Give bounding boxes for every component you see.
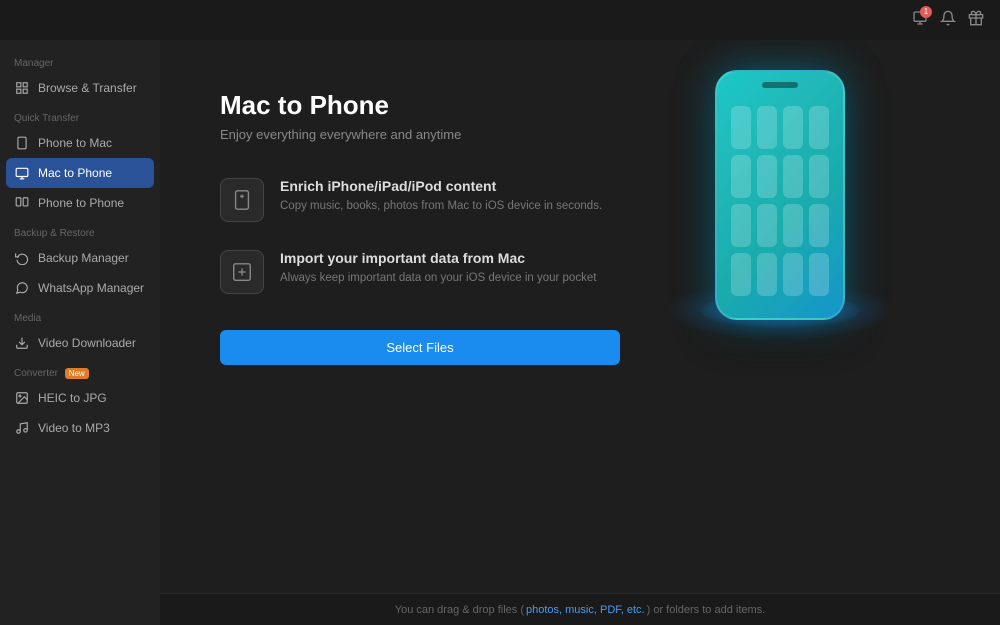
app-icon-1: [731, 106, 751, 149]
select-files-button[interactable]: Select Files: [220, 330, 620, 365]
sidebar-item-video-to-mp3[interactable]: Video to MP3: [0, 413, 160, 443]
two-phones-icon: [14, 195, 30, 211]
app-icon-10: [757, 204, 777, 247]
sidebar-item-phone-to-phone[interactable]: Phone to Phone: [0, 188, 160, 218]
phone-mac-icon: [14, 135, 30, 151]
feature-1-desc: Copy music, books, photos from Mac to iO…: [280, 198, 602, 215]
app-icon-2: [757, 106, 777, 149]
notification-icon[interactable]: 1: [912, 10, 928, 31]
sidebar-item-label: Video Downloader: [38, 336, 136, 350]
page-subtitle: Enjoy everything everywhere and anytime: [220, 127, 620, 142]
main-container: Manager Browse & Transfer Quick Transfer…: [0, 40, 1000, 625]
app-icon-13: [731, 253, 751, 296]
image-icon: [14, 390, 30, 406]
phone-wrapper: [715, 70, 845, 320]
sidebar-item-video-downloader[interactable]: Video Downloader: [0, 328, 160, 358]
app-icon-12: [809, 204, 829, 247]
sidebar-item-label: Backup Manager: [38, 251, 129, 265]
whatsapp-icon: [14, 280, 30, 296]
sidebar-item-whatsapp-manager[interactable]: WhatsApp Manager: [0, 273, 160, 303]
sidebar-item-phone-to-mac[interactable]: Phone to Mac: [0, 128, 160, 158]
sidebar-item-label: Browse & Transfer: [38, 81, 137, 95]
app-icon-6: [757, 155, 777, 198]
content-area: Mac to Phone Enjoy everything everywhere…: [160, 40, 1000, 625]
sidebar-item-label: WhatsApp Manager: [38, 281, 144, 295]
phone-body: [715, 70, 845, 320]
grid-icon: [14, 80, 30, 96]
content-body: Mac to Phone Enjoy everything everywhere…: [160, 40, 1000, 593]
download-icon: [14, 335, 30, 351]
notification-badge: 1: [920, 6, 932, 18]
sidebar-item-label: Video to MP3: [38, 421, 110, 435]
quick-transfer-section-label: Quick Transfer: [0, 103, 160, 128]
feature-1-title: Enrich iPhone/iPad/iPod content: [280, 178, 602, 194]
feature-2-desc: Always keep important data on your iOS d…: [280, 270, 596, 287]
app-icon-8: [809, 155, 829, 198]
sidebar-item-backup-manager[interactable]: Backup Manager: [0, 243, 160, 273]
app-icon-9: [731, 204, 751, 247]
feature-item-1: Enrich iPhone/iPad/iPod content Copy mus…: [220, 178, 620, 222]
feature-1-text: Enrich iPhone/iPad/iPod content Copy mus…: [280, 178, 602, 215]
phone-screen: [725, 100, 835, 302]
sidebar-item-label: Phone to Phone: [38, 196, 124, 210]
content-left: Mac to Phone Enjoy everything everywhere…: [220, 90, 620, 365]
backup-icon: [14, 250, 30, 266]
app-icon-16: [809, 253, 829, 296]
page-title: Mac to Phone: [220, 90, 620, 121]
mac-phone-icon: [14, 165, 30, 181]
app-icon-3: [783, 106, 803, 149]
feature-item-2: Import your important data from Mac Alwa…: [220, 250, 620, 294]
sidebar-item-browse-transfer[interactable]: Browse & Transfer: [0, 73, 160, 103]
sidebar-item-heic-to-jpg[interactable]: HEIC to JPG: [0, 383, 160, 413]
new-badge: New: [65, 368, 89, 379]
feature-2-icon-box: [220, 250, 264, 294]
status-text-suffix: ) or folders to add items.: [647, 604, 766, 616]
gift-icon[interactable]: [968, 10, 984, 31]
manager-section-label: Manager: [0, 48, 160, 73]
media-section-label: Media: [0, 303, 160, 328]
phone-notch: [762, 82, 798, 88]
app-icon-7: [783, 155, 803, 198]
app-icon-11: [783, 204, 803, 247]
status-link[interactable]: photos, music, PDF, etc.: [526, 604, 645, 616]
sidebar-item-label: HEIC to JPG: [38, 391, 107, 405]
top-bar: 1: [0, 0, 1000, 40]
music-icon: [14, 420, 30, 436]
backup-section-label: Backup & Restore: [0, 218, 160, 243]
sidebar: Manager Browse & Transfer Quick Transfer…: [0, 40, 160, 625]
status-bar: You can drag & drop files ( photos, musi…: [160, 593, 1000, 625]
phone-illustration: [620, 70, 940, 320]
app-icon-14: [757, 253, 777, 296]
status-text-prefix: You can drag & drop files (: [395, 604, 524, 616]
sidebar-item-label: Mac to Phone: [38, 166, 112, 180]
feature-2-text: Import your important data from Mac Alwa…: [280, 250, 596, 287]
app-icon-4: [809, 106, 829, 149]
bell-icon[interactable]: [940, 10, 956, 31]
feature-2-title: Import your important data from Mac: [280, 250, 596, 266]
converter-section-label: Converter New: [0, 358, 160, 383]
app-icon-5: [731, 155, 751, 198]
feature-1-icon-box: [220, 178, 264, 222]
sidebar-item-label: Phone to Mac: [38, 136, 112, 150]
app-icon-15: [783, 253, 803, 296]
sidebar-item-mac-to-phone[interactable]: Mac to Phone: [6, 158, 154, 188]
